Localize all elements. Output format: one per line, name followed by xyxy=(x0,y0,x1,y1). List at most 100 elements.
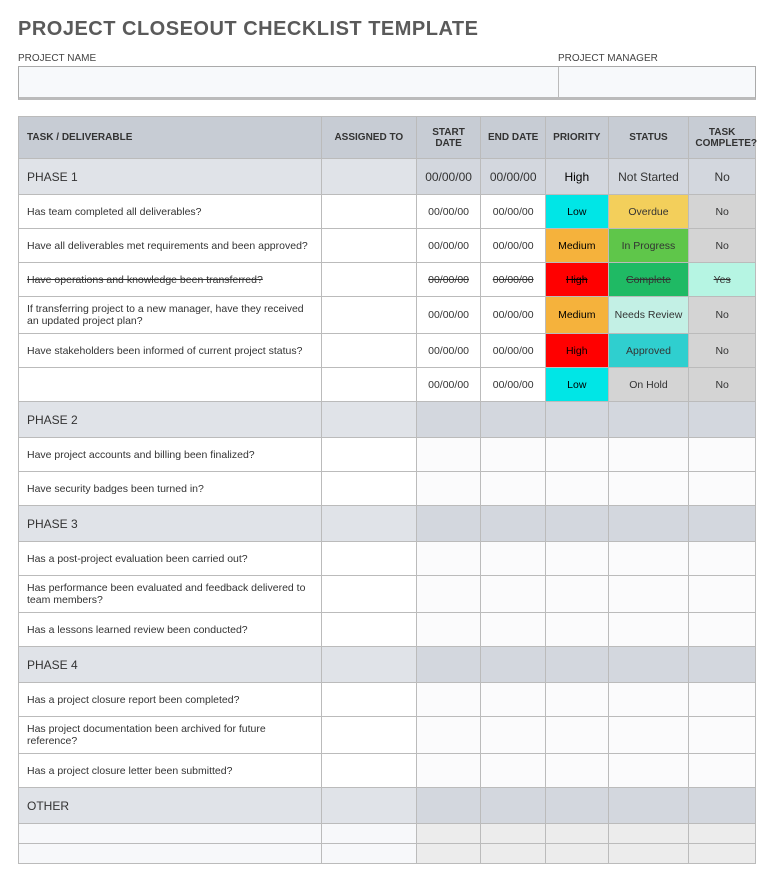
status-cell[interactable] xyxy=(608,717,689,754)
priority-cell[interactable]: Low xyxy=(545,368,608,402)
project-manager-input[interactable] xyxy=(559,67,755,97)
assigned-cell[interactable] xyxy=(321,195,416,229)
assigned-cell[interactable] xyxy=(321,229,416,263)
assigned-cell[interactable] xyxy=(321,683,416,717)
end-date-cell[interactable]: 00/00/00 xyxy=(481,263,546,297)
start-date-cell[interactable] xyxy=(416,472,481,506)
priority-cell[interactable]: Medium xyxy=(545,229,608,263)
task-cell[interactable]: Has performance been evaluated and feedb… xyxy=(19,576,322,613)
assigned-cell[interactable] xyxy=(321,788,416,824)
start-date-cell[interactable]: 00/00/00 xyxy=(416,334,481,368)
start-date-cell[interactable] xyxy=(416,542,481,576)
start-date-cell[interactable] xyxy=(416,788,481,824)
status-cell[interactable]: On Hold xyxy=(608,368,689,402)
priority-cell[interactable] xyxy=(545,647,608,683)
priority-cell[interactable] xyxy=(545,542,608,576)
status-cell[interactable] xyxy=(608,788,689,824)
priority-cell[interactable] xyxy=(545,788,608,824)
assigned-cell[interactable] xyxy=(321,754,416,788)
end-date-cell[interactable] xyxy=(481,542,546,576)
task-cell[interactable]: Have project accounts and billing been f… xyxy=(19,438,322,472)
complete-cell[interactable]: No xyxy=(689,229,756,263)
complete-cell[interactable] xyxy=(689,438,756,472)
task-cell[interactable]: Have stakeholders been informed of curre… xyxy=(19,334,322,368)
end-date-cell[interactable]: 00/00/00 xyxy=(481,368,546,402)
priority-cell[interactable] xyxy=(545,613,608,647)
task-cell[interactable]: Has team completed all deliverables? xyxy=(19,195,322,229)
task-cell[interactable]: If transferring project to a new manager… xyxy=(19,297,322,334)
assigned-cell[interactable] xyxy=(321,613,416,647)
start-date-cell[interactable] xyxy=(416,438,481,472)
status-cell[interactable] xyxy=(608,506,689,542)
assigned-cell[interactable] xyxy=(321,506,416,542)
start-date-cell[interactable]: 00/00/00 xyxy=(416,159,481,195)
assigned-cell[interactable] xyxy=(321,542,416,576)
complete-cell[interactable] xyxy=(689,647,756,683)
complete-cell[interactable] xyxy=(689,576,756,613)
start-date-cell[interactable]: 00/00/00 xyxy=(416,195,481,229)
priority-cell[interactable] xyxy=(545,754,608,788)
complete-cell[interactable] xyxy=(689,506,756,542)
status-cell[interactable]: In Progress xyxy=(608,229,689,263)
task-cell[interactable]: Has project documentation been archived … xyxy=(19,717,322,754)
end-date-cell[interactable] xyxy=(481,788,546,824)
complete-cell[interactable]: Yes xyxy=(689,263,756,297)
task-cell[interactable]: OTHER xyxy=(19,788,322,824)
complete-cell[interactable] xyxy=(689,542,756,576)
task-cell[interactable]: PHASE 3 xyxy=(19,506,322,542)
complete-cell[interactable] xyxy=(689,472,756,506)
status-cell[interactable] xyxy=(608,402,689,438)
complete-cell[interactable] xyxy=(689,613,756,647)
status-cell[interactable] xyxy=(608,576,689,613)
status-cell[interactable]: Overdue xyxy=(608,195,689,229)
start-date-cell[interactable]: 00/00/00 xyxy=(416,263,481,297)
end-date-cell[interactable] xyxy=(481,506,546,542)
priority-cell[interactable] xyxy=(545,402,608,438)
complete-cell[interactable]: No xyxy=(689,368,756,402)
start-date-cell[interactable] xyxy=(416,754,481,788)
status-cell[interactable] xyxy=(608,438,689,472)
end-date-cell[interactable] xyxy=(481,754,546,788)
task-cell[interactable]: Has a project closure letter been submit… xyxy=(19,754,322,788)
status-cell[interactable]: Needs Review xyxy=(608,297,689,334)
status-cell[interactable]: Complete xyxy=(608,263,689,297)
start-date-cell[interactable] xyxy=(416,613,481,647)
status-cell[interactable] xyxy=(608,613,689,647)
priority-cell[interactable]: High xyxy=(545,334,608,368)
start-date-cell[interactable]: 00/00/00 xyxy=(416,368,481,402)
task-cell[interactable]: Have all deliverables met requirements a… xyxy=(19,229,322,263)
assigned-cell[interactable] xyxy=(321,647,416,683)
assigned-cell[interactable] xyxy=(321,402,416,438)
complete-cell[interactable]: No xyxy=(689,334,756,368)
task-cell[interactable]: Have security badges been turned in? xyxy=(19,472,322,506)
start-date-cell[interactable] xyxy=(416,717,481,754)
start-date-cell[interactable]: 00/00/00 xyxy=(416,229,481,263)
priority-cell[interactable]: Medium xyxy=(545,297,608,334)
task-cell[interactable]: Has a lessons learned review been conduc… xyxy=(19,613,322,647)
priority-cell[interactable] xyxy=(545,576,608,613)
status-cell[interactable] xyxy=(608,683,689,717)
end-date-cell[interactable] xyxy=(481,647,546,683)
status-cell[interactable] xyxy=(608,472,689,506)
task-cell[interactable]: PHASE 2 xyxy=(19,402,322,438)
priority-cell[interactable] xyxy=(545,683,608,717)
priority-cell[interactable] xyxy=(545,717,608,754)
status-cell[interactable]: Approved xyxy=(608,334,689,368)
task-cell[interactable]: PHASE 1 xyxy=(19,159,322,195)
complete-cell[interactable] xyxy=(689,754,756,788)
assigned-cell[interactable] xyxy=(321,368,416,402)
priority-cell[interactable]: High xyxy=(545,263,608,297)
end-date-cell[interactable]: 00/00/00 xyxy=(481,159,546,195)
status-cell[interactable] xyxy=(608,647,689,683)
assigned-cell[interactable] xyxy=(321,159,416,195)
complete-cell[interactable]: No xyxy=(689,297,756,334)
priority-cell[interactable]: High xyxy=(545,159,608,195)
priority-cell[interactable] xyxy=(545,472,608,506)
assigned-cell[interactable] xyxy=(321,297,416,334)
end-date-cell[interactable]: 00/00/00 xyxy=(481,229,546,263)
end-date-cell[interactable] xyxy=(481,683,546,717)
assigned-cell[interactable] xyxy=(321,263,416,297)
priority-cell[interactable] xyxy=(545,438,608,472)
end-date-cell[interactable] xyxy=(481,576,546,613)
end-date-cell[interactable] xyxy=(481,402,546,438)
